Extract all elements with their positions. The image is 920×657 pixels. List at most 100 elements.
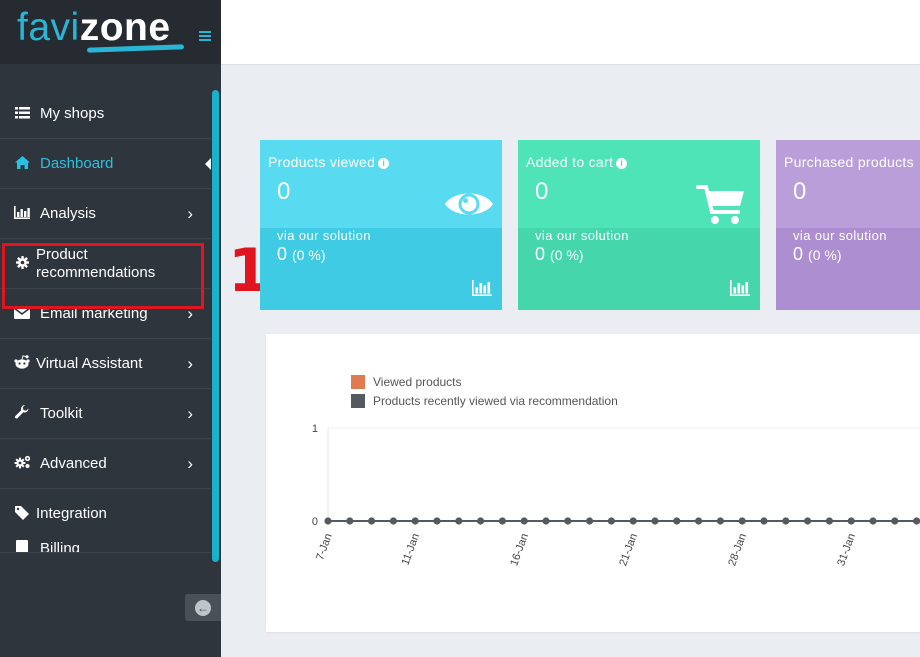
data-point [542,517,550,525]
card-sub-value: 0 (0 %) [277,244,325,265]
data-point [716,517,724,525]
x-tick-label: 11-Jan [400,532,423,567]
card-title-text: Purchased products [784,154,914,170]
sidebar-item-label: Dashboard [40,154,114,172]
eye-icon [445,193,493,215]
card-sub-number: 0 [277,244,288,264]
info-icon[interactable]: i [378,158,390,169]
card-title: Purchased products [784,154,914,170]
bar-chart-icon[interactable] [730,280,750,296]
data-point [520,517,528,525]
sidebar-item-integration[interactable]: Integration [0,489,211,539]
sidebar-item-label: Advanced [40,454,107,472]
data-point [607,517,615,525]
card-via-label: via our solution [277,228,371,243]
data-point [586,517,594,525]
sidebar-item-dashboard[interactable]: Dashboard [0,139,211,189]
card-sub-number: 0 [793,244,804,264]
data-point [651,517,659,525]
data-point [673,517,681,525]
x-tick-label: 16-Jan [508,532,531,568]
data-point [455,517,463,525]
gears-icon [13,455,31,472]
wrench-icon [13,405,31,422]
sidebar-collapse-button[interactable]: ← [185,594,221,621]
card-value: 0 [793,178,807,205]
hamburger-menu-icon[interactable] [199,31,211,41]
data-point [847,517,855,525]
top-bar [221,0,920,65]
stat-card-purchased-products: Purchased products 0 via our solution 0 … [776,140,920,310]
data-point [346,517,354,525]
sidebar-item-advanced[interactable]: Advanced › [0,439,211,489]
sidebar-item-label: Toolkit [40,404,83,422]
shopping-cart-icon [696,185,744,224]
chevron-right-icon: › [187,353,193,373]
brand-name-part2: zone [79,6,171,49]
card-sub-number: 0 [535,244,546,264]
sidebar-item-label: Billing [40,540,81,553]
data-point [760,517,768,525]
data-point [695,517,703,525]
data-point [433,517,441,525]
data-point [869,517,877,525]
card-sub-percent: (0 %) [292,247,326,263]
active-indicator [205,157,211,170]
brand-name-part1: favi [17,6,80,49]
data-point [564,517,572,525]
tag-icon [13,505,31,523]
stat-card-products-viewed: Products viewed i 0 via our solution 0 (0… [260,140,502,310]
sidebar: favizone My shops Dashboard Analysis › P… [0,0,221,657]
billing-icon [13,540,31,552]
data-point [913,517,920,525]
sidebar-item-toolkit[interactable]: Toolkit › [0,389,211,439]
sidebar-item-label: My shops [40,104,105,122]
list-icon [13,106,31,122]
reddit-icon [13,355,31,372]
card-via-label: via our solution [793,228,887,243]
data-point [411,517,419,525]
data-point [498,517,506,525]
sidebar-item-billing[interactable]: Billing [0,539,211,553]
chevron-right-icon: › [187,453,193,473]
sidebar-menu: My shops Dashboard Analysis › Product re… [0,89,211,553]
sidebar-scrollbar[interactable] [212,90,219,562]
chart-panel: Viewed products Products recently viewed… [266,334,920,632]
card-sub-percent: (0 %) [550,247,584,263]
line-chart: 1 0 7-Jan 11-Jan 16-Jan 21-Jan 28-Jan 31-Jan [312,423,920,568]
card-sub-value: 0 (0 %) [793,244,841,265]
sidebar-item-analysis[interactable]: Analysis › [0,189,211,239]
bar-chart-icon[interactable] [472,280,492,296]
data-point [368,517,376,525]
sidebar-item-label: Integration [36,505,107,522]
data-point [629,517,637,525]
sidebar-item-virtual-assistant[interactable]: Virtual Assistant › [0,339,211,389]
card-title-text: Products viewed [268,154,376,170]
home-icon [13,155,31,172]
card-value: 0 [277,178,291,205]
x-tick-label: 7-Jan [314,532,335,562]
chevron-right-icon: › [187,403,193,423]
sidebar-item-label: Analysis [40,204,96,222]
data-point [825,517,834,525]
x-tick-label: 31-Jan [835,532,858,568]
data-point [389,517,397,525]
sidebar-item-label: Virtual Assistant [36,354,143,372]
card-title-text: Added to cart [526,154,614,170]
card-sub-value: 0 (0 %) [535,244,583,265]
data-point [324,517,332,525]
data-point [804,517,812,525]
chevron-right-icon: › [187,203,193,223]
card-value: 0 [535,178,549,205]
data-point [891,517,899,525]
sidebar-item-my-shops[interactable]: My shops [0,89,211,139]
y-tick-label: 0 [312,516,318,528]
card-via-label: via our solution [535,228,629,243]
info-icon[interactable]: i [616,158,628,169]
card-sub-percent: (0 %) [808,247,842,263]
x-tick-label: 21-Jan [617,532,640,568]
data-point [477,517,485,525]
brand-logo[interactable]: favizone [17,6,171,50]
x-tick-label: 28-Jan [726,532,749,568]
data-point [782,517,790,525]
